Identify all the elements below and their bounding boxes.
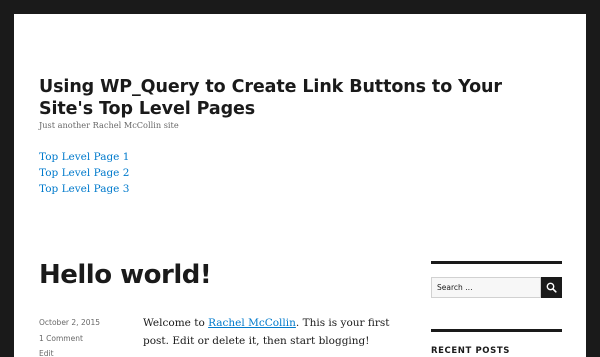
search-input[interactable] bbox=[431, 277, 541, 298]
post-content: Welcome to Rachel McCollin. This is your… bbox=[143, 314, 403, 350]
recent-posts-title: RECENT POSTS bbox=[431, 346, 510, 356]
menu-item: Top Level Page 1 bbox=[39, 147, 129, 163]
search-widget bbox=[431, 261, 562, 298]
post-title[interactable]: Hello world! bbox=[39, 259, 212, 291]
post-date-link[interactable]: October 2, 2015 bbox=[39, 318, 100, 327]
site-description: Just another Rachel McCollin site bbox=[39, 120, 179, 130]
menu-link-top-level-page-2[interactable]: Top Level Page 2 bbox=[39, 167, 129, 179]
widget-divider bbox=[431, 261, 562, 264]
search-button[interactable] bbox=[541, 277, 562, 298]
edit-link[interactable]: Edit bbox=[39, 349, 54, 357]
search-form bbox=[431, 277, 562, 298]
page: Using WP_Query to Create Link Buttons to… bbox=[14, 14, 586, 357]
menu-link-top-level-page-3[interactable]: Top Level Page 3 bbox=[39, 183, 129, 195]
menu-item: Top Level Page 3 bbox=[39, 179, 129, 195]
recent-posts-widget: RECENT POSTS bbox=[431, 329, 562, 356]
comments-link[interactable]: 1 Comment bbox=[39, 334, 83, 343]
menu-link-top-level-page-1[interactable]: Top Level Page 1 bbox=[39, 151, 129, 163]
post-meta: October 2, 2015 1 Comment Edit bbox=[39, 315, 139, 357]
author-link[interactable]: Rachel McCollin bbox=[208, 317, 296, 329]
widget-divider bbox=[431, 329, 562, 332]
main-menu: Top Level Page 1 Top Level Page 2 Top Le… bbox=[39, 147, 129, 195]
search-icon bbox=[546, 282, 557, 293]
menu-item: Top Level Page 2 bbox=[39, 163, 129, 179]
content-text-before: Welcome to bbox=[143, 317, 209, 329]
site-title[interactable]: Using WP_Query to Create Link Buttons to… bbox=[39, 76, 539, 120]
